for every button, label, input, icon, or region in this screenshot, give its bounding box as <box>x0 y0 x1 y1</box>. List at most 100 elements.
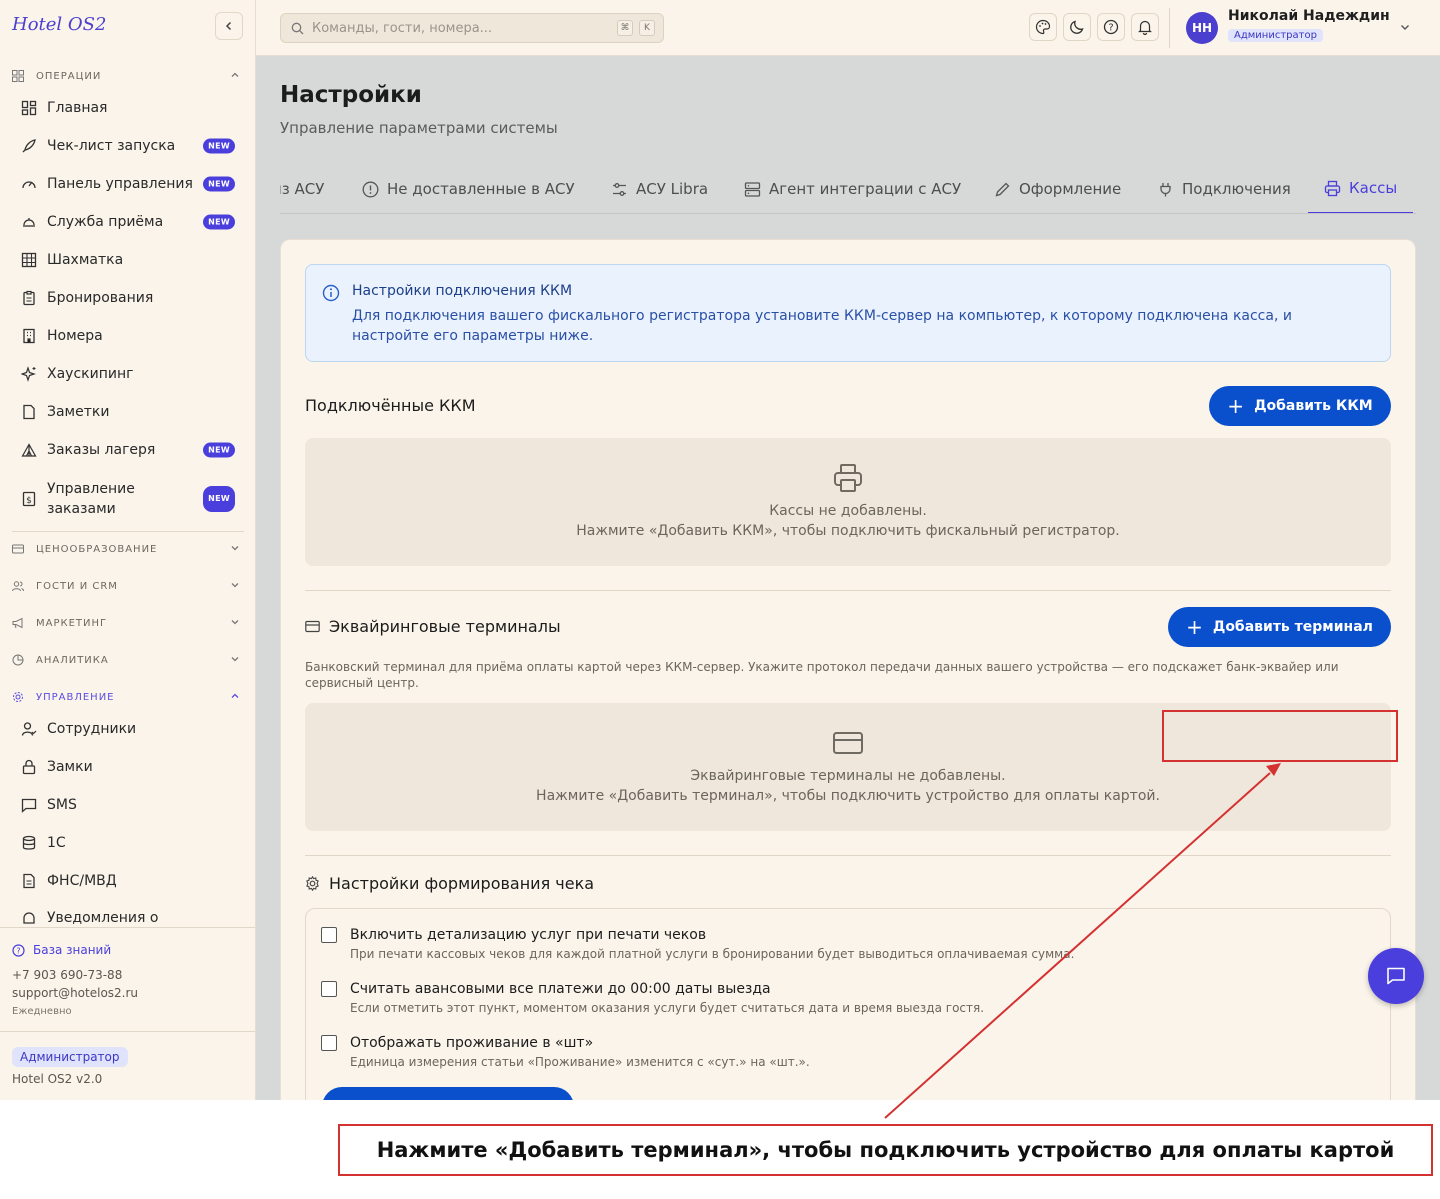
sidebar-item-rooms[interactable]: Номера <box>12 318 244 354</box>
tab-integration-agent[interactable]: Агент интеграции с АСУ <box>744 164 961 213</box>
sidebar-item-home[interactable]: Главная <box>12 90 244 126</box>
sidebar-item-label: Уведомления о <box>47 910 159 926</box>
add-terminal-button[interactable]: + Добавить терминал <box>1168 607 1391 647</box>
sidebar-item-locks[interactable]: Замки <box>12 749 244 785</box>
sidebar-item-label: Замки <box>47 759 93 775</box>
kkm-section-title: Подключённые ККМ <box>305 396 476 415</box>
chevron-down-icon <box>231 657 239 662</box>
sidebar-item-notifications[interactable]: Уведомления о <box>12 901 244 927</box>
bell-concierge-icon <box>20 213 38 231</box>
section-management[interactable]: УПРАВЛЕНИЕ <box>12 687 244 707</box>
sidebar-item-chessboard[interactable]: Шахматка <box>12 242 244 278</box>
notifications-button[interactable] <box>1131 13 1159 41</box>
avatar[interactable]: НН <box>1186 12 1218 44</box>
command-search[interactable]: ⌘ K <box>280 13 664 43</box>
receipt-option-advance[interactable]: Считать авансовыми все платежи до 00:00 … <box>321 981 984 1015</box>
support-phone[interactable]: +7 903 690-73-88 <box>12 968 122 982</box>
kkm-empty-state: Кассы не добавлены. Нажмите «Добавить КК… <box>305 438 1391 566</box>
bell-icon <box>20 910 38 927</box>
dashboard-icon <box>20 99 38 117</box>
app-logo[interactable]: Hotel OS2 <box>12 14 106 35</box>
users-small-icon <box>12 579 26 593</box>
checkbox[interactable] <box>321 927 337 943</box>
sidebar-item-label: Номера <box>47 328 103 344</box>
section-marketing[interactable]: МАРКЕТИНГ <box>12 613 244 633</box>
sidebar-divider <box>12 531 244 532</box>
empty-hint: Нажмите «Добавить терминал», чтобы подкл… <box>536 788 1160 804</box>
tab-connections[interactable]: Подключения <box>1157 164 1291 213</box>
sidebar-item-sms[interactable]: SMS <box>12 787 244 823</box>
section-guests-crm[interactable]: ГОСТИ И CRM <box>12 576 244 596</box>
tab-label: Кассы <box>1349 179 1398 197</box>
search-input[interactable] <box>312 20 602 36</box>
support-email[interactable]: support@hotelos2.ru <box>12 986 138 1000</box>
plus-icon: + <box>1186 615 1203 639</box>
tab-design[interactable]: Оформление <box>994 164 1121 213</box>
sidebar-item-label: Служба приёма <box>47 214 164 230</box>
sidebar-item-fns-mvd[interactable]: ФНС/МВД <box>12 863 244 899</box>
topbar: ⌘ K ? НН Николай Надеждин Администратор <box>256 0 1440 56</box>
credit-card-icon <box>305 619 320 634</box>
sidebar-item-control-panel[interactable]: Панель управления NEW <box>12 166 244 202</box>
sidebar-item-label: Панель управления <box>47 176 193 192</box>
tab-cash-registers[interactable]: Кассы <box>1308 164 1414 213</box>
tab-label: АСУ Libra <box>636 180 709 198</box>
chevron-down-icon[interactable] <box>1399 21 1411 33</box>
user-name[interactable]: Николай Надеждин <box>1228 8 1390 24</box>
info-title: Настройки подключения ККМ <box>352 283 573 299</box>
save-receipt-settings-button[interactable] <box>322 1087 574 1100</box>
checkbox[interactable] <box>321 981 337 997</box>
sidebar-item-label: Заказы лагеря <box>47 442 156 458</box>
sidebar-item-camp-orders[interactable]: Заказы лагеря NEW <box>12 432 244 468</box>
collapse-sidebar-button[interactable] <box>215 12 243 40</box>
chat-button[interactable] <box>1368 948 1424 1004</box>
database-icon <box>20 834 38 852</box>
section-label: ГОСТИ И CRM <box>36 580 118 592</box>
theme-palette-button[interactable] <box>1029 13 1057 41</box>
add-kkm-button[interactable]: + Добавить ККМ <box>1209 386 1391 426</box>
sidebar-item-front-desk[interactable]: Служба приёма NEW <box>12 204 244 240</box>
tab-from-asu[interactable]: из АСУ <box>280 164 325 213</box>
svg-text:?: ? <box>16 946 20 955</box>
empty-text: Кассы не добавлены. <box>769 503 927 519</box>
sidebar-item-bookings[interactable]: Бронирования <box>12 280 244 316</box>
section-pricing[interactable]: ЦЕНООБРАЗОВАНИЕ <box>12 539 244 559</box>
users-icon <box>20 720 38 738</box>
sidebar-item-notes[interactable]: Заметки <box>12 394 244 430</box>
sidebar-item-label: Чек-лист запуска <box>47 138 176 154</box>
chevron-down-icon <box>231 583 239 588</box>
terminals-description: Банковский терминал для приёма оплаты ка… <box>305 660 1339 690</box>
plug-icon <box>1157 181 1174 198</box>
receipt-option-detail[interactable]: Включить детализацию услуг при печати че… <box>321 927 1074 961</box>
sidebar: Hotel OS2 ОПЕРАЦИИ Главная Чек-лист запу… <box>0 0 256 1100</box>
role-badge: Администратор <box>12 1047 128 1067</box>
section-label: АНАЛИТИКА <box>36 654 109 666</box>
alert-circle-icon <box>362 181 379 198</box>
sidebar-item-checklist[interactable]: Чек-лист запуска NEW <box>12 128 244 164</box>
user-role-badge: Администратор <box>1228 29 1323 42</box>
tab-label: Не доставленные в АСУ <box>387 180 575 198</box>
tab-asu-libra[interactable]: АСУ Libra <box>611 164 709 213</box>
sidebar-item-staff[interactable]: Сотрудники <box>12 711 244 747</box>
sidebar-item-label: Шахматка <box>47 252 124 268</box>
document-icon <box>20 872 38 890</box>
tab-undelivered-asu[interactable]: Не доставленные в АСУ <box>362 164 575 213</box>
receipt-option-units[interactable]: Отображать проживание в «шт» Единица изм… <box>321 1035 810 1069</box>
sidebar-item-order-management[interactable]: $ Управление заказами NEW <box>12 474 244 524</box>
terminals-section-title: Эквайринговые терминалы <box>305 617 561 636</box>
gear-icon <box>305 876 320 891</box>
section-operations[interactable]: ОПЕРАЦИИ <box>12 66 244 86</box>
section-divider <box>305 590 1391 591</box>
checkbox[interactable] <box>321 1035 337 1051</box>
dark-mode-button[interactable] <box>1063 13 1091 41</box>
tab-label: из АСУ <box>280 180 325 198</box>
knowledge-base-link[interactable]: ? База знаний <box>12 943 111 957</box>
gauge-icon <box>20 175 38 193</box>
help-button[interactable]: ? <box>1097 13 1125 41</box>
section-divider <box>305 855 1391 856</box>
button-label: Добавить терминал <box>1212 619 1373 635</box>
chevron-up-icon <box>231 693 239 698</box>
sidebar-item-1c[interactable]: 1С <box>12 825 244 861</box>
sidebar-item-housekeeping[interactable]: Хаускипинг <box>12 356 244 392</box>
section-analytics[interactable]: АНАЛИТИКА <box>12 650 244 670</box>
